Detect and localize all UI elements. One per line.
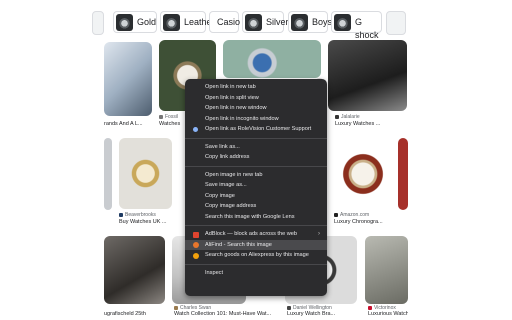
site-favicon-icon (335, 114, 339, 119)
adblock-icon (193, 231, 199, 238)
menu-open-link-split-view[interactable]: Open link in split view (185, 93, 327, 104)
menu-open-link-incognito[interactable]: Open link in incognito window (185, 114, 327, 125)
chip-label: Casio (217, 17, 241, 27)
chip-gold[interactable]: Gold (113, 11, 157, 33)
result-title[interactable]: Watch Collection 101: Must-Have Wat... (174, 311, 294, 318)
result-title[interactable]: ugrafischeld 25th (104, 311, 164, 318)
chip-label: Silver (266, 17, 289, 27)
chip-thumbnail (334, 14, 351, 31)
menu-separator (185, 263, 327, 265)
result-image[interactable] (328, 40, 407, 111)
menu-open-image-new-tab[interactable]: Open image in new tab (185, 170, 327, 181)
submenu-arrow-icon: › (318, 231, 320, 237)
result-image[interactable] (104, 42, 152, 116)
chip-scroll-left[interactable] (92, 11, 104, 35)
menu-copy-image-address[interactable]: Copy image address (185, 201, 327, 212)
chip-label: G shock (355, 17, 379, 40)
site-favicon-icon (174, 305, 178, 310)
result-image[interactable] (334, 138, 392, 210)
result-source: Amazon.com (334, 212, 394, 218)
menu-open-link-new-window[interactable]: Open link in new window (185, 103, 327, 114)
context-menu: Open link in new tab Open link in split … (185, 79, 327, 296)
menu-copy-link-address[interactable]: Copy link address (185, 152, 327, 163)
result-source: Beaverbrooks (119, 212, 179, 218)
profile-icon (193, 126, 198, 132)
menu-copy-image[interactable]: Copy image (185, 191, 327, 202)
result-title[interactable]: Luxury Watches ... (335, 121, 395, 128)
menu-open-link-as-profile[interactable]: Open link as RoleVision Customer Support (185, 124, 327, 135)
chip-label: Boys (312, 17, 333, 27)
menu-save-image-as[interactable]: Save image as... (185, 180, 327, 191)
aliexpress-icon (193, 252, 199, 259)
result-title[interactable]: Luxury Chronogra... (334, 219, 394, 226)
result-image[interactable] (119, 138, 172, 209)
menu-open-link-new-tab[interactable]: Open link in new tab (185, 82, 327, 93)
chip-thumbnail (116, 14, 133, 31)
site-favicon-icon (159, 114, 163, 119)
menu-aliexpress[interactable]: Search goods on Aliexpress by this image (185, 250, 327, 261)
result-image[interactable] (223, 40, 321, 78)
filter-chips: Gold Leather Casio Silver Boys G shock (0, 0, 512, 40)
site-favicon-icon (334, 212, 338, 217)
result-image[interactable] (104, 138, 112, 210)
menu-inspect[interactable]: Inspect (185, 268, 327, 279)
menu-separator (185, 137, 327, 139)
chip-boys[interactable]: Boys (288, 11, 332, 33)
chip-silver[interactable]: Silver (242, 11, 289, 33)
menu-save-link-as[interactable]: Save link as... (185, 142, 327, 153)
chip-casio[interactable]: Casio (209, 11, 241, 33)
chip-scroll-right[interactable] (386, 11, 406, 35)
chip-thumbnail (163, 14, 180, 31)
menu-separator (185, 225, 327, 226)
site-favicon-icon (287, 305, 291, 310)
menu-adblock[interactable]: AdBlock — block ads across the web › (185, 229, 327, 240)
chip-leather[interactable]: Leather (160, 11, 215, 33)
chip-thumbnail (245, 14, 262, 31)
menu-alifind[interactable]: AliFind - Search this image (185, 239, 327, 250)
result-title[interactable]: Luxurious Watch... (368, 311, 408, 318)
chip-thumbnail (291, 14, 308, 31)
menu-search-google-lens[interactable]: Search this image with Google Lens (185, 212, 327, 223)
result-title[interactable]: Luxury Watch Bra... (287, 311, 357, 318)
result-title[interactable]: rands And A L... (104, 121, 154, 128)
result-image[interactable] (104, 236, 165, 304)
site-favicon-icon (368, 305, 372, 310)
result-source: Jalalarie (335, 114, 395, 120)
menu-separator (185, 165, 327, 167)
result-title[interactable]: Buy Watches UK ... (119, 219, 179, 226)
alifind-icon (193, 242, 199, 248)
result-image[interactable] (365, 236, 408, 304)
result-image[interactable] (398, 138, 408, 210)
site-favicon-icon (119, 212, 123, 217)
chip-label: Gold (137, 17, 157, 27)
chip-g-shock[interactable]: G shock (331, 11, 382, 40)
